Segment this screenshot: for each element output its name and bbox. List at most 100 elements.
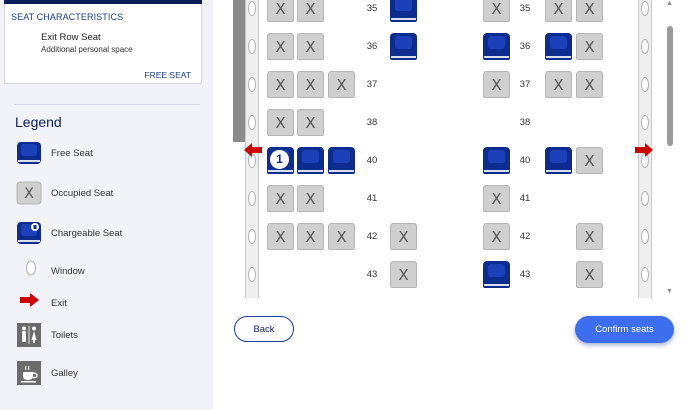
row-number: 40 bbox=[519, 155, 531, 166]
window-icon bbox=[248, 267, 256, 282]
occupied-seat bbox=[267, 0, 294, 22]
main-panel: 35 35 36 36 37 37 38 38 40 40 1 41 41 42 42 43 43 ▲ ▼ Ba… bbox=[214, 0, 690, 410]
selected-seat-badge: 1 bbox=[270, 150, 289, 169]
card-top-bar bbox=[4, 0, 202, 4]
row-number: 35 bbox=[366, 3, 378, 14]
occupied-seat bbox=[483, 185, 510, 212]
occupied-seat bbox=[576, 147, 603, 174]
occupied-seat bbox=[545, 0, 572, 22]
occupied-seat bbox=[267, 185, 294, 212]
occupied-seat bbox=[483, 223, 510, 250]
row-number: 42 bbox=[519, 231, 531, 242]
free-seat[interactable] bbox=[545, 147, 572, 174]
legend-label: Occupied Seat bbox=[51, 188, 114, 199]
window-icon bbox=[26, 260, 36, 276]
seat-map: 35 35 36 36 37 37 38 38 40 40 1 41 41 42 42 43 43 bbox=[233, 0, 677, 298]
occupied-seat bbox=[576, 261, 603, 288]
row-number: 38 bbox=[366, 117, 378, 128]
occupied-seat bbox=[390, 261, 417, 288]
window-icon bbox=[248, 229, 256, 244]
occupied-seat bbox=[576, 223, 603, 250]
row-number: 36 bbox=[519, 41, 531, 52]
scroll-down-icon[interactable]: ▼ bbox=[666, 288, 673, 295]
occupied-seat bbox=[297, 33, 324, 60]
chargeable-seat-icon bbox=[17, 222, 41, 244]
free-seat[interactable] bbox=[483, 147, 510, 174]
occupied-seat bbox=[576, 0, 603, 22]
occupied-seat bbox=[267, 223, 294, 250]
window-icon bbox=[641, 115, 649, 130]
scroll-up-icon[interactable]: ▲ bbox=[666, 0, 673, 7]
legend-label: Free Seat bbox=[51, 148, 93, 159]
free-seat[interactable] bbox=[328, 147, 355, 174]
occupied-seat bbox=[267, 33, 294, 60]
occupied-seat bbox=[576, 33, 603, 60]
occupied-seat bbox=[297, 223, 324, 250]
legend-item-chargeable-seat: Chargeable Seat bbox=[14, 220, 204, 248]
row-number: 42 bbox=[366, 231, 378, 242]
row-number: 36 bbox=[366, 41, 378, 52]
free-seat[interactable] bbox=[390, 0, 417, 22]
occupied-seat bbox=[297, 71, 324, 98]
occupied-seat bbox=[267, 109, 294, 136]
free-seat[interactable] bbox=[297, 147, 324, 174]
legend-title: Legend bbox=[15, 114, 62, 130]
window-icon bbox=[248, 115, 256, 130]
exit-arrow-icon bbox=[20, 293, 39, 307]
legend-label: Chargeable Seat bbox=[51, 228, 123, 239]
legend-label: Toilets bbox=[51, 330, 78, 341]
seat-characteristics-card: SEAT CHARACTERISTICS Exit Row Seat Addit… bbox=[4, 0, 202, 84]
occupied-seat bbox=[483, 0, 510, 22]
window-icon bbox=[641, 267, 649, 282]
occupied-seat bbox=[545, 71, 572, 98]
occupied-seat bbox=[267, 71, 294, 98]
legend-item-toilets: Toilets bbox=[14, 322, 204, 350]
window-icon bbox=[248, 191, 256, 206]
occupied-seat bbox=[297, 0, 324, 22]
selected-seat[interactable]: 1 bbox=[267, 147, 294, 174]
occupied-seat bbox=[328, 71, 355, 98]
legend-label: Exit bbox=[51, 298, 67, 309]
scrollbar-thumb[interactable] bbox=[667, 26, 673, 146]
occupied-seat bbox=[576, 71, 603, 98]
occupied-seat bbox=[390, 223, 417, 250]
back-button[interactable]: Back bbox=[234, 316, 294, 342]
occupied-seat bbox=[483, 71, 510, 98]
legend-label: Galley bbox=[51, 368, 78, 379]
confirm-seats-button[interactable]: Confirm seats bbox=[575, 316, 674, 343]
svg-text:X: X bbox=[24, 186, 34, 202]
row-number: 43 bbox=[366, 269, 378, 280]
free-seat[interactable] bbox=[483, 33, 510, 60]
row-number: 37 bbox=[519, 79, 531, 90]
divider bbox=[14, 104, 200, 105]
row-number: 40 bbox=[366, 155, 378, 166]
legend-label: Window bbox=[51, 266, 85, 277]
exit-arrow-icon bbox=[244, 143, 262, 157]
exit-arrow-icon bbox=[635, 143, 653, 157]
seat-characteristics-header: SEAT CHARACTERISTICS bbox=[11, 12, 124, 22]
seat-status: FREE SEAT bbox=[144, 70, 191, 80]
seat-type-title: Exit Row Seat bbox=[41, 32, 101, 43]
row-number: 37 bbox=[366, 79, 378, 90]
window-icon bbox=[641, 229, 649, 244]
seat-map-scrollbar[interactable]: ▲ ▼ bbox=[663, 0, 677, 298]
legend-item-galley: Galley bbox=[14, 360, 204, 388]
legend-item-free-seat: Free Seat bbox=[14, 140, 204, 168]
toilets-icon bbox=[17, 323, 41, 347]
free-seat[interactable] bbox=[545, 33, 572, 60]
window-icon bbox=[641, 77, 649, 92]
legend-item-exit: Exit bbox=[14, 290, 204, 318]
window-icon bbox=[641, 39, 649, 54]
window-icon bbox=[641, 191, 649, 206]
free-seat[interactable] bbox=[390, 33, 417, 60]
window-icon bbox=[248, 1, 256, 16]
row-number: 38 bbox=[519, 117, 531, 128]
row-number: 35 bbox=[519, 3, 531, 14]
legend-item-window: Window bbox=[14, 258, 204, 286]
occupied-seat-icon: X bbox=[16, 181, 42, 205]
row-number: 41 bbox=[519, 193, 531, 204]
galley-icon bbox=[17, 361, 41, 385]
free-seat[interactable] bbox=[483, 261, 510, 288]
cabin-wall bbox=[233, 0, 245, 142]
window-icon bbox=[248, 77, 256, 92]
